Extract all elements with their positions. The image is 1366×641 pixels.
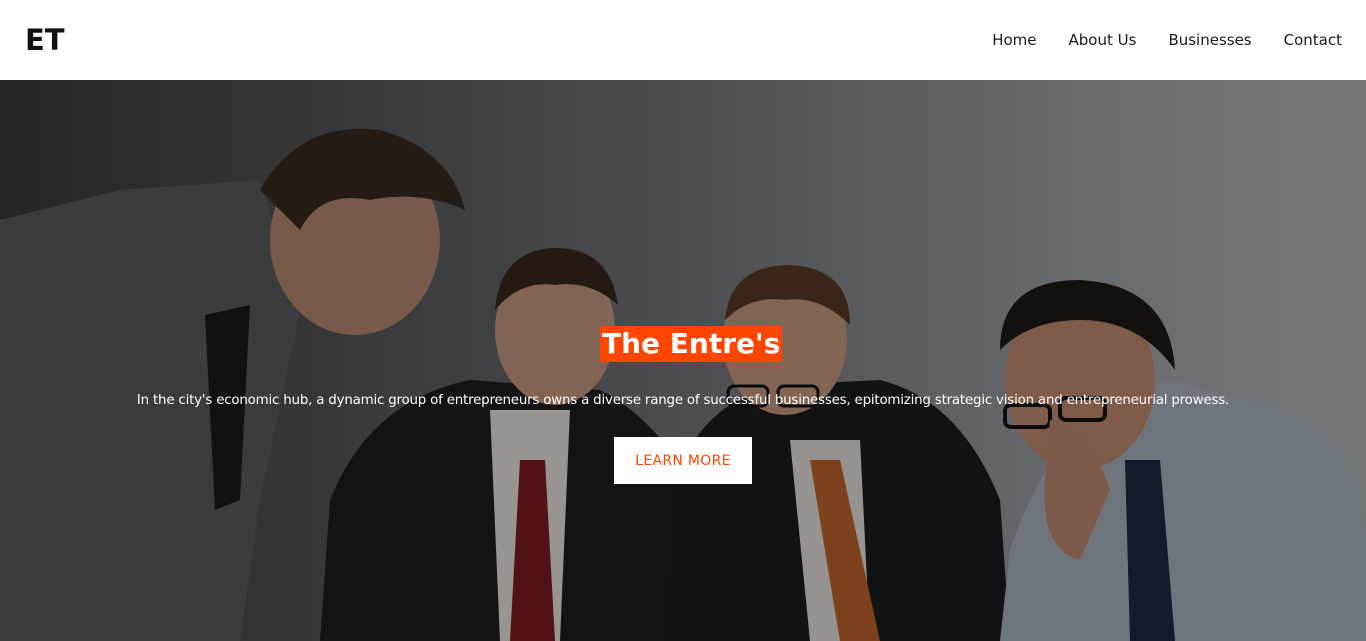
hero-section: The Entre's In the city's economic hub, … bbox=[0, 80, 1366, 641]
nav-links: Home About Us Businesses Contact bbox=[992, 31, 1342, 49]
nav-link-home[interactable]: Home bbox=[992, 31, 1036, 49]
navbar: ET Home About Us Businesses Contact bbox=[0, 0, 1366, 80]
site-logo[interactable]: ET bbox=[25, 23, 65, 57]
nav-link-contact[interactable]: Contact bbox=[1284, 31, 1342, 49]
hero-description: In the city's economic hub, a dynamic gr… bbox=[136, 393, 1230, 408]
nav-link-businesses[interactable]: Businesses bbox=[1168, 31, 1251, 49]
hero-title: The Entre's bbox=[600, 326, 783, 362]
learn-more-button[interactable]: LEARN MORE bbox=[614, 437, 752, 484]
nav-link-about-us[interactable]: About Us bbox=[1069, 31, 1137, 49]
hero-content: The Entre's In the city's economic hub, … bbox=[0, 80, 1366, 641]
